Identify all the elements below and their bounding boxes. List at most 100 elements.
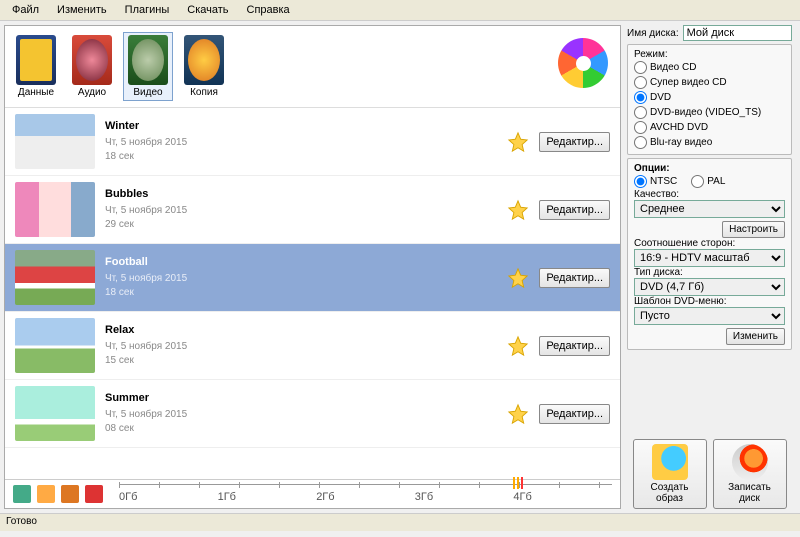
- opt-pal[interactable]: PAL: [691, 174, 725, 189]
- options-label: Опции:: [634, 163, 785, 174]
- app-logo-wrap: [552, 32, 614, 94]
- mode-radio[interactable]: [634, 136, 647, 149]
- item-duration: 18 сек: [105, 150, 497, 164]
- menu-изменить[interactable]: Изменить: [49, 2, 115, 18]
- menubar: ФайлИзменитьПлагиныСкачатьСправка: [0, 0, 800, 21]
- item-title: Winter: [105, 120, 497, 132]
- item-title: Bubbles: [105, 188, 497, 200]
- list-item[interactable]: RelaxЧт, 5 ноября 201515 секРедактир...: [5, 312, 620, 380]
- item-date: Чт, 5 ноября 2015: [105, 136, 497, 150]
- tool-аудио[interactable]: Аудио: [67, 32, 117, 101]
- thumbnail: [15, 386, 95, 441]
- disc-type-label: Тип диска:: [634, 267, 785, 278]
- star-icon[interactable]: [507, 131, 529, 153]
- main-area: ДанныеАудиоВидеоКопия Winter Чт, 5 ноября…: [0, 21, 800, 513]
- mode-option[interactable]: DVD-видео (VIDEO_TS): [634, 105, 785, 120]
- quality-label: Качество:: [634, 189, 785, 200]
- app-logo-icon: [558, 38, 608, 88]
- star-icon[interactable]: [507, 403, 529, 425]
- tool-данные[interactable]: Данные: [11, 32, 61, 101]
- item-info: Winter Чт, 5 ноября 201518 сек: [105, 120, 497, 164]
- quality-select[interactable]: Среднее: [634, 200, 785, 218]
- item-title: Football: [105, 256, 497, 268]
- edit-button[interactable]: Редактир...: [539, 132, 610, 152]
- list-item[interactable]: Winter Чт, 5 ноября 201518 сек Редактир...: [5, 108, 620, 176]
- list-item[interactable]: Summer Чт, 5 ноября 201508 сек Редактир...: [5, 380, 620, 448]
- item-date: Чт, 5 ноября 2015: [105, 204, 497, 218]
- menu-tpl-label: Шаблон DVD-меню:: [634, 296, 785, 307]
- mode-radio[interactable]: [634, 61, 647, 74]
- item-date: Чт, 5 ноября 2015: [105, 340, 497, 354]
- burn-disc-button[interactable]: Записать диск: [713, 439, 787, 509]
- mode-option[interactable]: DVD: [634, 90, 785, 105]
- scale-tick: 0Гб: [119, 491, 137, 504]
- mode-radio[interactable]: [634, 106, 647, 119]
- item-title: Relax: [105, 324, 497, 336]
- tool-копия[interactable]: Копия: [179, 32, 229, 101]
- mode-label: Режим:: [634, 49, 785, 60]
- scale-tick: 3Гб: [415, 491, 433, 504]
- configure-button[interactable]: Настроить: [722, 221, 785, 238]
- item-info: Summer Чт, 5 ноября 201508 сек: [105, 392, 497, 436]
- mode-radio[interactable]: [634, 91, 647, 104]
- ntsc-radio[interactable]: [634, 175, 647, 188]
- list-item[interactable]: Football Чт, 5 ноября 201518 сек Редактир.…: [5, 244, 620, 312]
- mode-option[interactable]: Видео CD: [634, 60, 785, 75]
- delete-icon[interactable]: [85, 485, 103, 503]
- change-button[interactable]: Изменить: [726, 328, 785, 345]
- options-group: Опции: NTSC PAL Качество: Среднее Настро…: [627, 158, 792, 350]
- edit-button[interactable]: Редактир...: [539, 336, 610, 356]
- menu-плагины[interactable]: Плагины: [117, 2, 178, 18]
- edit-button[interactable]: Редактир...: [539, 404, 610, 424]
- list-item[interactable]: Bubbles Чт, 5 ноября 201529 сек Редактир..…: [5, 176, 620, 244]
- menu-tpl-select[interactable]: Пусто: [634, 307, 785, 325]
- star-icon[interactable]: [507, 199, 529, 221]
- mode-group: Режим: Видео CDСупер видео CDDVDDVD-виде…: [627, 44, 792, 155]
- item-duration: 29 сек: [105, 218, 497, 232]
- item-duration: 08 сек: [105, 422, 497, 436]
- star-icon[interactable]: [507, 335, 529, 357]
- disc-name-label: Имя диска:: [627, 28, 679, 39]
- add-icon[interactable]: [13, 485, 31, 503]
- ti-copy-icon: [184, 35, 224, 85]
- mode-radio[interactable]: [634, 121, 647, 134]
- item-date: Чт, 5 ноября 2015: [105, 272, 497, 286]
- thumbnail: [15, 318, 95, 373]
- edit-button[interactable]: Редактир...: [539, 268, 610, 288]
- right-panel: Имя диска: Режим: Видео CDСупер видео CD…: [625, 21, 800, 513]
- disc-type-select[interactable]: DVD (4,7 Гб): [634, 278, 785, 296]
- aspect-label: Соотношение сторон:: [634, 238, 785, 249]
- tool-видео[interactable]: Видео: [123, 32, 173, 101]
- create-image-button[interactable]: Создать образ: [633, 439, 707, 509]
- scale-tick: 2Гб: [316, 491, 334, 504]
- mode-option[interactable]: Blu-ray видео: [634, 135, 785, 150]
- mode-radio[interactable]: [634, 76, 647, 89]
- item-info: RelaxЧт, 5 ноября 201515 сек: [105, 324, 497, 368]
- ti-audio-icon: [72, 35, 112, 85]
- menu-скачать[interactable]: Скачать: [179, 2, 236, 18]
- thumbnail: [15, 114, 95, 169]
- mode-option[interactable]: AVCHD DVD: [634, 120, 785, 135]
- item-duration: 18 сек: [105, 286, 497, 300]
- edit-button[interactable]: Редактир...: [539, 200, 610, 220]
- item-date: Чт, 5 ноября 2015: [105, 408, 497, 422]
- left-panel: ДанныеАудиоВидеоКопия Winter Чт, 5 ноября…: [4, 25, 621, 509]
- ti-video-icon: [128, 35, 168, 85]
- menu-файл[interactable]: Файл: [4, 2, 47, 18]
- opt-ntsc[interactable]: NTSC: [634, 174, 677, 189]
- add-folder-icon[interactable]: [37, 485, 55, 503]
- edit-icon[interactable]: [61, 485, 79, 503]
- aspect-select[interactable]: 16:9 - HDTV масштаб: [634, 249, 785, 267]
- create-image-icon: [652, 444, 688, 480]
- disc-name-input[interactable]: [683, 25, 792, 41]
- pal-radio[interactable]: [691, 175, 704, 188]
- menu-справка[interactable]: Справка: [239, 2, 298, 18]
- item-info: Bubbles Чт, 5 ноября 201529 сек: [105, 188, 497, 232]
- thumbnail: [15, 250, 95, 305]
- scale-tick: 1Гб: [218, 491, 236, 504]
- action-buttons: Создать образ Записать диск: [627, 433, 792, 509]
- item-info: Football Чт, 5 ноября 201518 сек: [105, 256, 497, 300]
- mode-option[interactable]: Супер видео CD: [634, 75, 785, 90]
- item-title: Summer: [105, 392, 497, 404]
- star-icon[interactable]: [507, 267, 529, 289]
